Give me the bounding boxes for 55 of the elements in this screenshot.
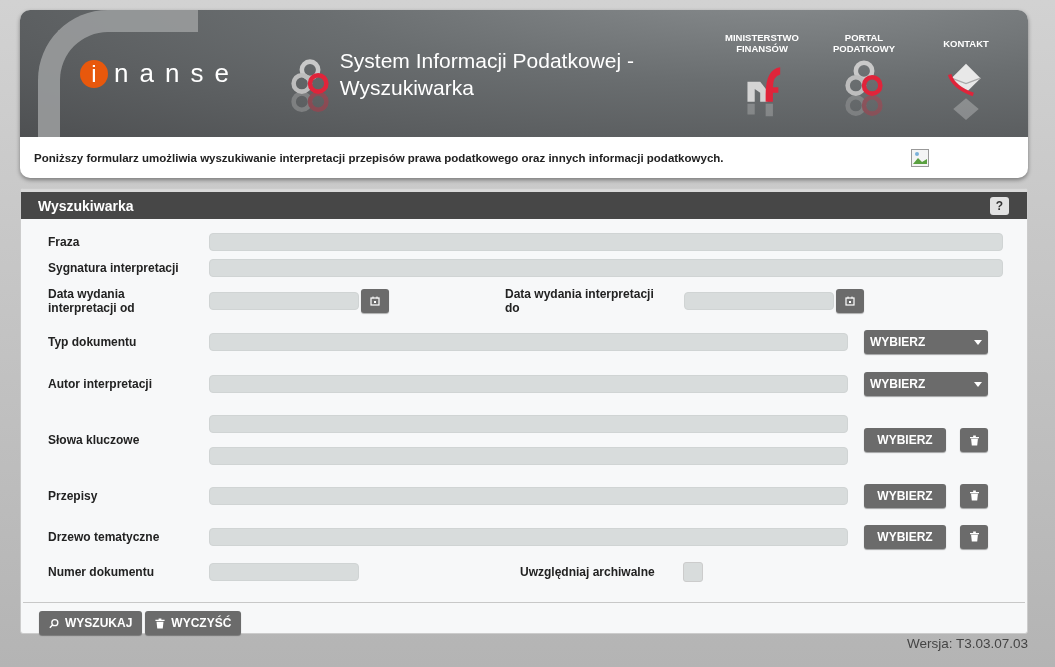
delete-button[interactable] [960,524,988,549]
field-label: Fraza [48,235,81,249]
input-field[interactable] [209,233,1003,251]
field-label: Sygnatura interpretacji [48,261,180,275]
delete-button[interactable] [960,483,988,508]
choose-button[interactable]: WYBIERZ [864,524,946,549]
help-button[interactable]: ? [990,196,1009,215]
field-label: Drzewo tematyczne [48,529,161,544]
calendar-button[interactable] [361,289,389,313]
input-field[interactable] [209,447,848,465]
header-link[interactable]: KONTAKT [926,32,1006,122]
select-dropdown[interactable]: WYBIERZ [864,330,988,354]
field-label: Data wydania interpretacji od [48,287,136,315]
caret-icon [974,381,982,387]
search-button[interactable]: WYSZUKAJ [39,611,143,635]
logo-text: nanse [114,58,240,89]
field-label: Słowa kluczowe [48,433,141,447]
field-label: Numer dokumentu [48,565,155,579]
calendar-icon [370,296,380,306]
panel-title: Wyszukiwarka [38,197,134,214]
field-label: Data wydania interpretacji do [505,287,655,315]
broken-image-icon [910,148,929,167]
field-label: Typ dokumentu [48,335,138,349]
field-label: Uwzględniaj archiwalne [520,565,656,579]
choose-button[interactable]: WYBIERZ [864,483,946,508]
field-label: Autor interpretacji [48,377,153,391]
logo-letter: i [80,59,108,88]
checkbox[interactable] [683,562,703,582]
input-field[interactable] [209,415,848,433]
caret-icon [974,339,982,345]
version-text: Wersja: T3.03.07.03 [906,636,1028,651]
input-field[interactable] [209,333,848,351]
date-field[interactable] [209,292,359,310]
input-field[interactable] [209,259,1003,277]
select-dropdown[interactable]: WYBIERZ [864,372,988,396]
input-field[interactable] [209,527,848,546]
input-field[interactable] [209,375,848,393]
clear-button[interactable]: WYCZYŚĆ [145,611,242,635]
header-link[interactable]: MINISTERSTWO FINANSÓW [722,32,802,122]
header-link[interactable]: PORTAL PODATKOWY [824,32,904,122]
input-field[interactable] [209,486,848,505]
field-label: Przepisy [48,488,99,503]
calendar-icon [845,296,855,306]
trash-icon [155,617,166,629]
description-text: Poniższy formularz umożliwia wyszukiwanie interpretacji przepisów prawa podatkowego oraz innych informacji podatkowych. [34,151,724,164]
calendar-button[interactable] [836,289,864,313]
search-icon [49,617,59,629]
choose-button[interactable]: WYBIERZ [864,428,946,452]
trash-icon [969,490,979,501]
trash-icon [969,434,979,446]
input-field[interactable] [209,563,359,581]
site-title: System Informacji Podatkowej - Wyszukiwarka [339,47,635,101]
date-field[interactable] [684,292,834,310]
trash-icon [969,531,979,542]
delete-button[interactable] [960,428,988,452]
